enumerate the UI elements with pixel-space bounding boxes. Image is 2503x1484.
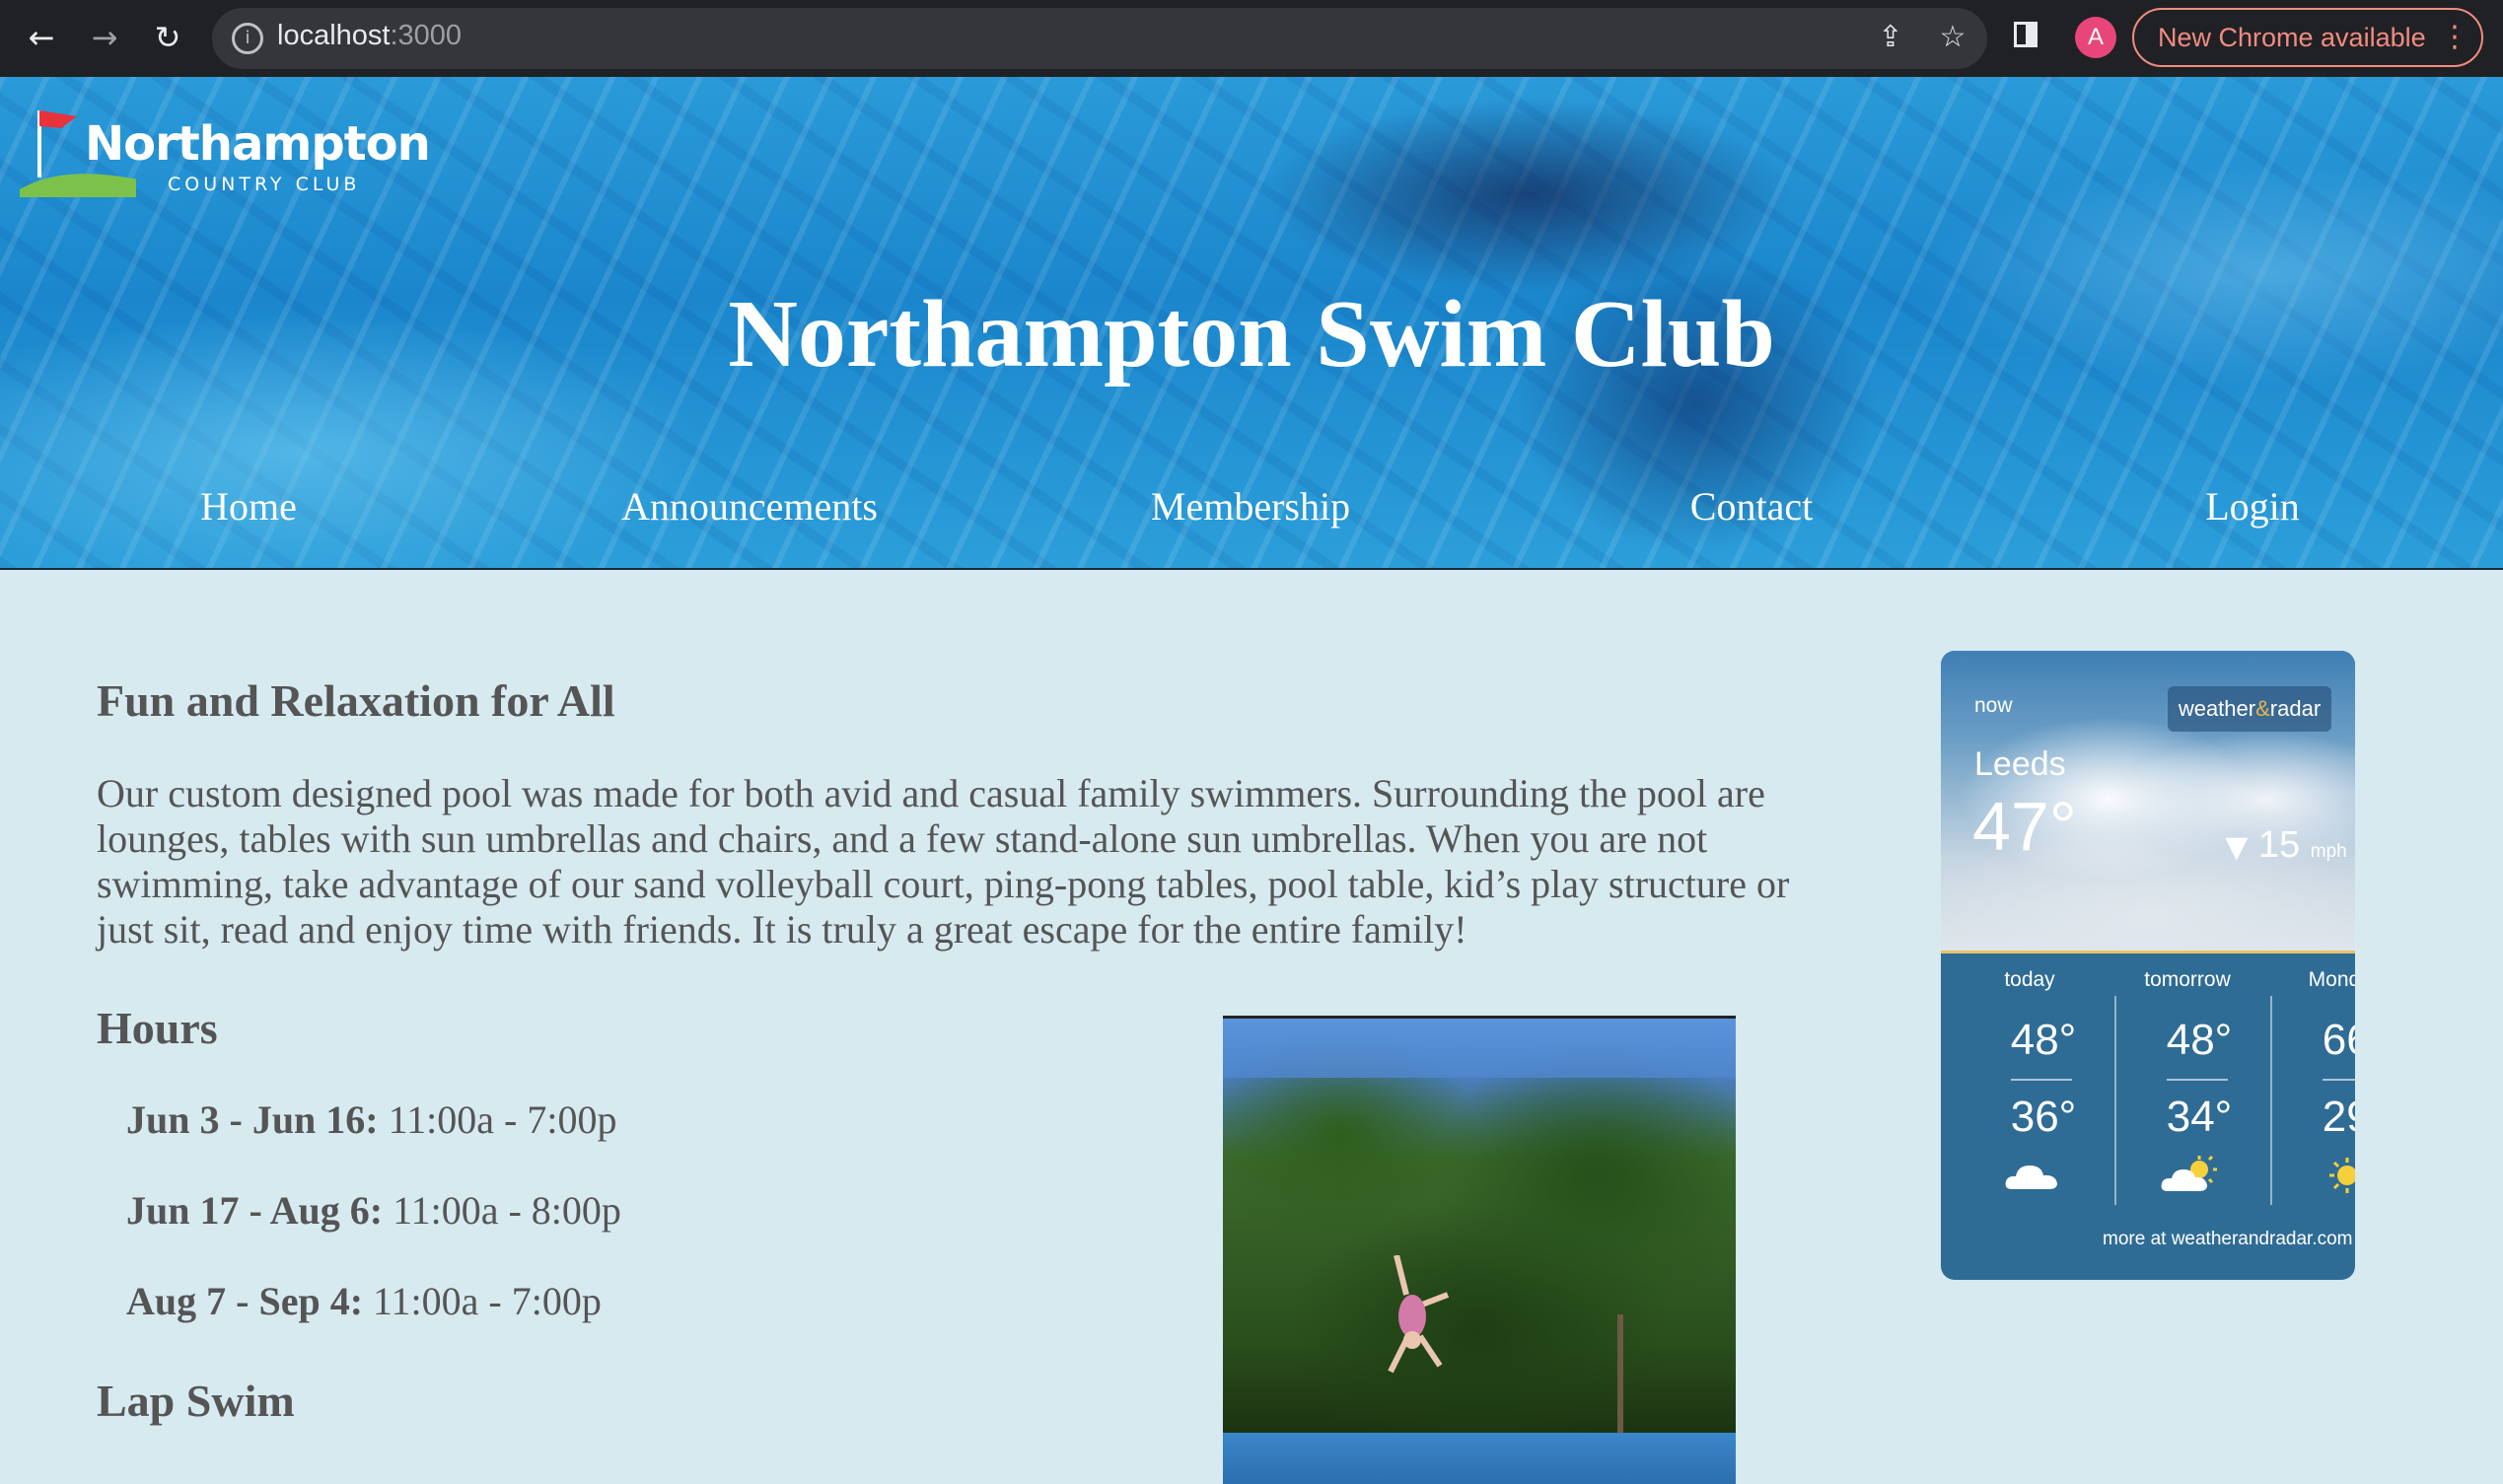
forecast-column-divider (2270, 996, 2272, 1205)
side-panel-icon[interactable] (2014, 22, 2038, 47)
hours-range: Jun 17 - Aug 6: (126, 1188, 384, 1233)
update-label: New Chrome available (2158, 23, 2426, 52)
forecast-hi-lo-divider (2323, 1079, 2355, 1081)
hours-time: 11:00a - 7:00p (373, 1279, 602, 1323)
forecast-low: 34° (2166, 1093, 2233, 1141)
share-icon[interactable]: ⇪ (1871, 18, 1910, 57)
forecast-high: 48° (2166, 1016, 2233, 1064)
weather-current-temp: 47° (1972, 788, 2077, 865)
star-icon[interactable]: ☆ (1933, 18, 1972, 57)
url-text[interactable]: localhost:3000 (277, 20, 462, 52)
reload-icon[interactable]: ↻ (144, 14, 191, 61)
browser-toolbar: ← → ↻ i localhost:3000 ⇪ ☆ A New Chrome … (0, 0, 2503, 77)
brand-amp: & (2255, 696, 2270, 721)
logo-wordmark: Northampton (85, 116, 431, 172)
back-icon[interactable]: ← (18, 14, 65, 61)
photo-pool-water (1223, 1433, 1736, 1484)
hours-range: Aug 7 - Sep 4: (126, 1279, 364, 1323)
nav-home[interactable]: Home (200, 483, 297, 530)
forecast-low: 29° (2322, 1093, 2355, 1141)
update-chrome-button[interactable]: New Chrome available ⋮ (2132, 8, 2483, 67)
main-nav: Home Announcements Membership Contact Lo… (0, 483, 2503, 552)
hours-row: Aug 7 - Sep 4: 11:00a - 7:00p (126, 1278, 602, 1324)
intro-heading: Fun and Relaxation for All (97, 675, 615, 726)
url-host: localhost (277, 20, 391, 51)
address-bar[interactable]: i localhost:3000 ⇪ ☆ (212, 8, 1987, 69)
forecast-high: 48° (2010, 1016, 2077, 1064)
kebab-menu-icon[interactable]: ⋮ (2440, 10, 2469, 65)
profile-avatar[interactable]: A (2075, 17, 2116, 58)
forecast-low: 36° (2010, 1093, 2077, 1141)
weather-now-label: now (1974, 694, 2013, 717)
site-logo[interactable]: Northampton COUNTRY CLUB (18, 99, 431, 207)
nav-contact[interactable]: Contact (1690, 483, 1813, 530)
wind-speed: 15 (2257, 824, 2301, 866)
intro-paragraph: Our custom designed pool was made for bo… (97, 771, 1790, 952)
hours-range: Jun 3 - Jun 16: (126, 1097, 379, 1142)
hours-time: 11:00a - 8:00p (393, 1188, 621, 1233)
forecast-hi-lo-divider (2011, 1079, 2072, 1081)
logo-subtitle: COUNTRY CLUB (168, 174, 361, 195)
cloud-icon (2005, 1166, 2057, 1189)
hours-heading: Hours (97, 1003, 218, 1053)
photo-tree-trunk (1617, 1314, 1623, 1452)
page-title: Northampton Swim Club (728, 281, 1775, 388)
weather-city: Leeds (1974, 745, 2066, 783)
forward-icon[interactable]: → (81, 14, 128, 61)
nav-login[interactable]: Login (2205, 483, 2300, 530)
url-port: :3000 (390, 20, 463, 51)
wind-direction-icon: ▼ (2225, 830, 2249, 865)
weather-widget[interactable]: now weather&radar Leeds 47° ▼ 15 mph tod… (1941, 651, 2355, 1280)
photo-diver (1388, 1255, 1450, 1374)
photo-sky (1223, 1019, 1736, 1078)
weather-divider (1941, 951, 2355, 954)
hours-row: Jun 17 - Aug 6: 11:00a - 8:00p (126, 1187, 621, 1234)
lap-swim-heading: Lap Swim (97, 1376, 295, 1426)
forecast-day-label: today (2004, 968, 2055, 991)
hero-banner: Northampton COUNTRY CLUB Northampton Swi… (0, 77, 2503, 570)
weather-brand-logo[interactable]: weather&radar (2168, 686, 2331, 732)
forecast-column-divider (2114, 996, 2116, 1205)
sun-icon (2329, 1158, 2355, 1193)
brand-right: radar (2269, 696, 2322, 721)
partly-sunny-icon (2161, 1156, 2217, 1191)
forecast-hi-lo-divider (2167, 1079, 2228, 1081)
brand-left: weather (2178, 696, 2256, 721)
forecast-day-label: tomorrow (2144, 968, 2231, 991)
wind-unit: mph (2310, 841, 2347, 862)
weather-more-link[interactable]: more at weatherandradar.com (2103, 1229, 2352, 1250)
forecast-day-label: Monday (2308, 968, 2355, 991)
nav-membership[interactable]: Membership (1151, 483, 1350, 530)
hours-row: Jun 3 - Jun 16: 11:00a - 7:00p (126, 1096, 616, 1143)
forecast-high: 66° (2322, 1016, 2355, 1064)
nav-announcements[interactable]: Announcements (621, 483, 878, 530)
info-icon[interactable]: i (232, 23, 263, 54)
hours-time: 11:00a - 7:00p (388, 1097, 617, 1142)
pool-photo (1223, 1016, 1736, 1484)
weather-wind: ▼ 15 mph (2225, 824, 2346, 867)
